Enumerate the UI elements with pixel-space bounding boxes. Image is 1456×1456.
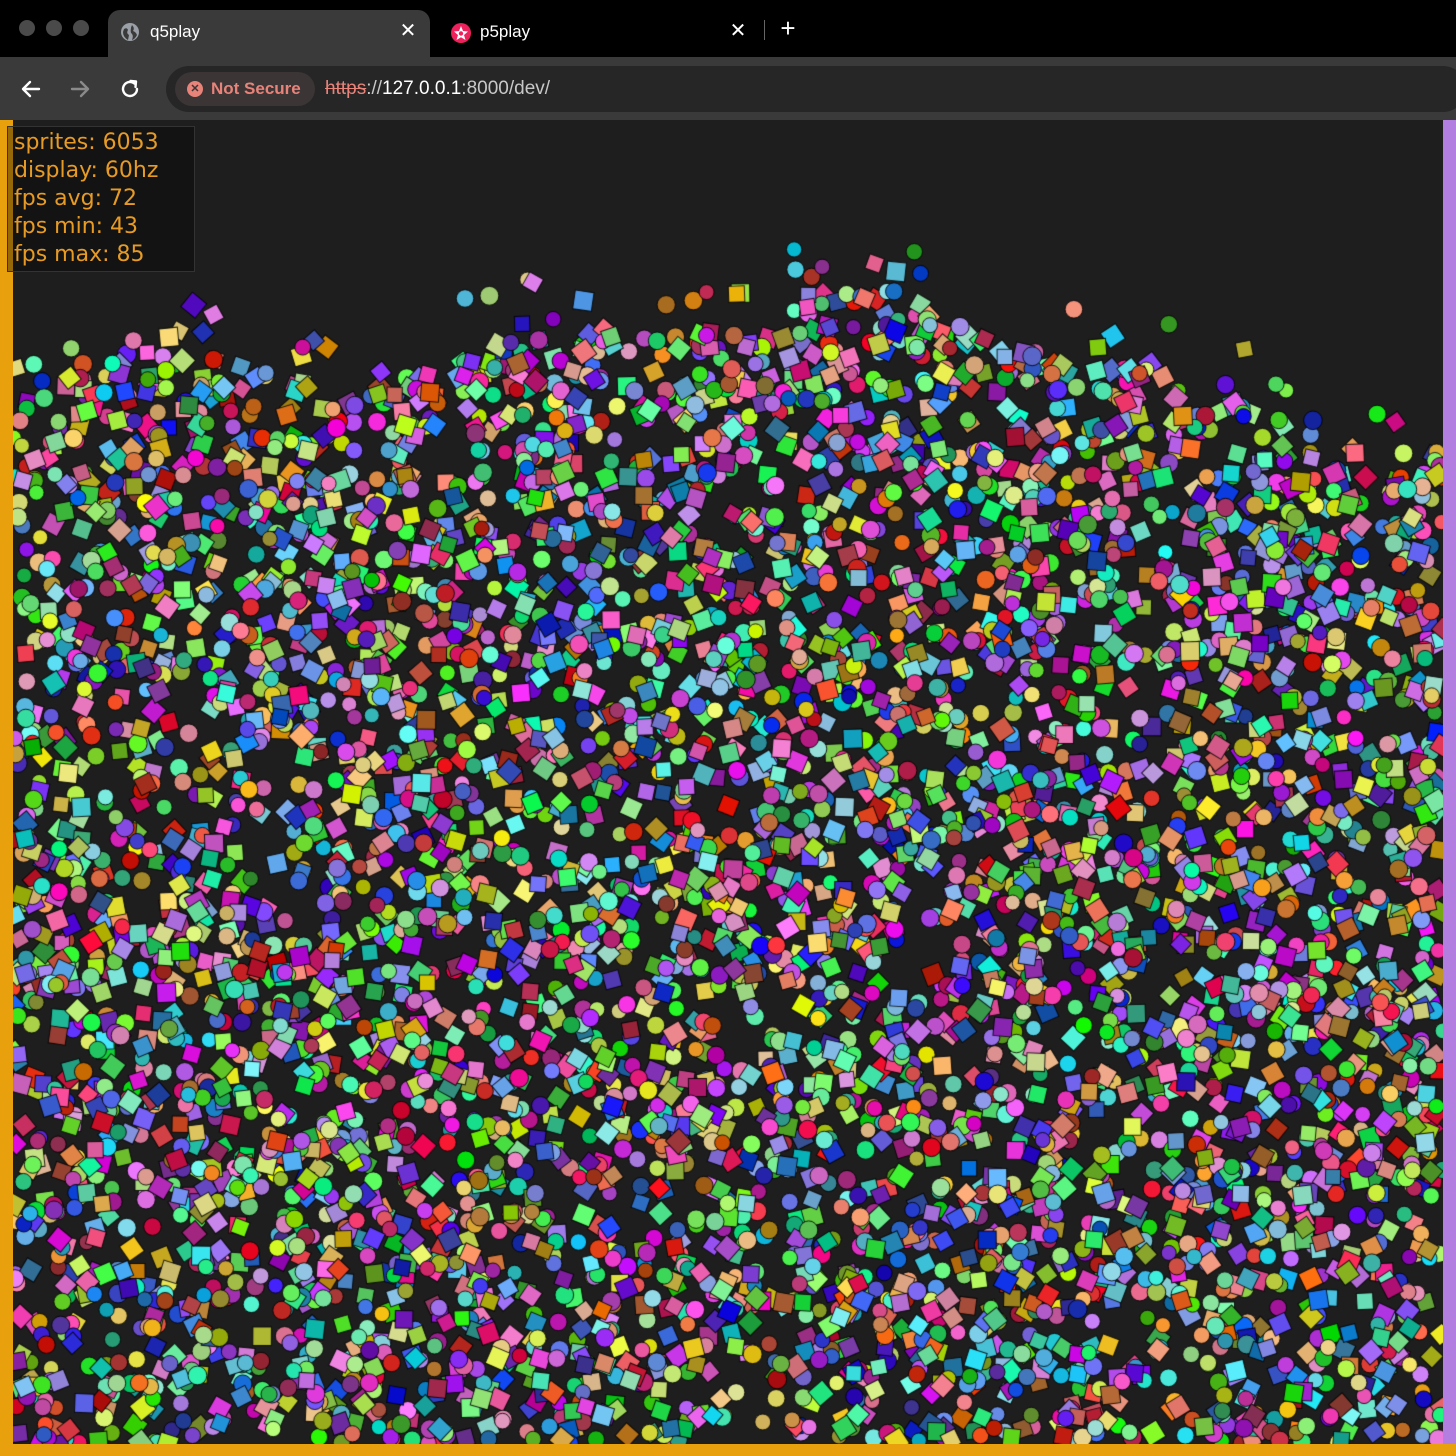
fps-avg-stat: fps avg: 72 (14, 186, 138, 211)
tab-q5play[interactable]: q5play ✕ (108, 10, 430, 57)
forward-icon[interactable] (66, 75, 94, 103)
floor (0, 1444, 1456, 1456)
url-host: 127.0.0.1 (382, 78, 462, 99)
tab-strip: q5play ✕ p5play ✕ + (0, 0, 1456, 57)
tab-title: p5play (480, 22, 531, 41)
left-wall (0, 120, 13, 1456)
page-viewport: sprites: 6053 display: 60hz fps avg: 72 … (0, 120, 1456, 1456)
security-chip[interactable]: ✕ Not Secure (175, 72, 315, 106)
close-window-button[interactable] (19, 20, 35, 36)
not-secure-icon: ✕ (187, 81, 203, 97)
address-bar[interactable]: ✕ Not Secure https://127.0.0.1:8000/dev/ (166, 66, 1456, 112)
fps-min-stat: fps min: 43 (14, 214, 139, 239)
sprites-stat: sprites: 6053 (14, 130, 159, 155)
p5play-logo-icon (450, 22, 471, 43)
url-text[interactable]: https://127.0.0.1:8000/dev/ (325, 78, 550, 100)
close-tab-icon[interactable]: ✕ (726, 19, 750, 43)
sprite-canvas[interactable] (13, 120, 1443, 1444)
reload-icon[interactable] (116, 75, 144, 103)
new-tab-button[interactable]: + (775, 14, 801, 42)
minimize-window-button[interactable] (46, 20, 62, 36)
browser-toolbar: ✕ Not Secure https://127.0.0.1:8000/dev/ (0, 57, 1456, 120)
tab-separator (764, 20, 765, 40)
globe-icon (120, 22, 140, 42)
display-stat: display: 60hz (14, 158, 159, 183)
url-scheme: https (325, 78, 367, 99)
fps-max-stat: fps max: 85 (14, 242, 145, 267)
zoom-window-button[interactable] (73, 20, 89, 36)
right-wall (1443, 120, 1456, 1456)
tab-p5play[interactable]: p5play ✕ (438, 10, 760, 57)
back-icon[interactable] (17, 75, 45, 103)
url-path: :8000/dev/ (461, 78, 551, 99)
security-label: Not Secure (211, 79, 301, 98)
url-separator: :// (366, 78, 383, 99)
stats-panel: sprites: 6053 display: 60hz fps avg: 72 … (7, 126, 195, 272)
close-tab-icon[interactable]: ✕ (396, 19, 420, 43)
tab-title: q5play (150, 22, 201, 41)
